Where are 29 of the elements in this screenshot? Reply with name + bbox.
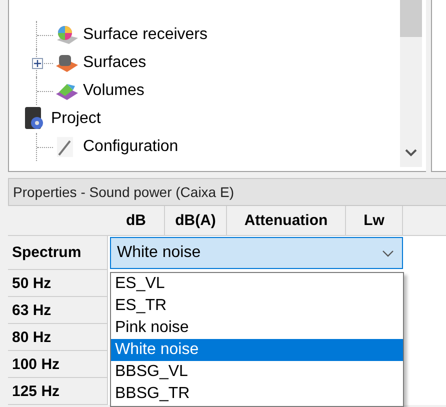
panel-title: Properties - Sound power (Caixa E) [8, 178, 446, 206]
row-header: 125 Hz [8, 378, 108, 405]
chevron-down-icon[interactable] [405, 149, 417, 157]
tree-item[interactable]: Surface receivers [83, 26, 208, 44]
row-header: 80 Hz [8, 324, 108, 351]
spectrum-dropdown[interactable]: White noise [110, 237, 403, 269]
row-header: 100 Hz [8, 351, 108, 378]
dropdown-option[interactable]: White noise [111, 339, 403, 361]
row-header: Spectrum [8, 236, 108, 270]
dropdown-option[interactable]: BBSG_VL [111, 361, 403, 383]
chevron-down-icon[interactable] [382, 250, 394, 256]
tree-item[interactable]: Volumes [83, 82, 144, 100]
row-header: 50 Hz [8, 270, 108, 297]
column-header: Lw [346, 206, 403, 236]
column-header: Attenuation [227, 206, 346, 236]
column-header: dB [108, 206, 165, 236]
dropdown-option[interactable]: ES_TR [111, 295, 403, 317]
expand-toggle[interactable] [32, 58, 43, 69]
row-header: 63 Hz [8, 297, 108, 324]
dropdown-option[interactable]: ES_VL [111, 273, 403, 295]
scrollbar-thumb[interactable] [400, 0, 422, 37]
tree-item[interactable]: Configuration [83, 138, 178, 156]
column-header: dB(A) [165, 206, 227, 236]
tree-item[interactable]: Project [51, 110, 101, 128]
header-filler [403, 206, 446, 236]
scrollbar[interactable] [400, 0, 422, 167]
dropdown-option[interactable]: BBSG_TR [111, 383, 403, 405]
dropdown-option[interactable]: Pink noise [111, 317, 403, 339]
tree-item[interactable]: Surfaces [83, 54, 146, 72]
